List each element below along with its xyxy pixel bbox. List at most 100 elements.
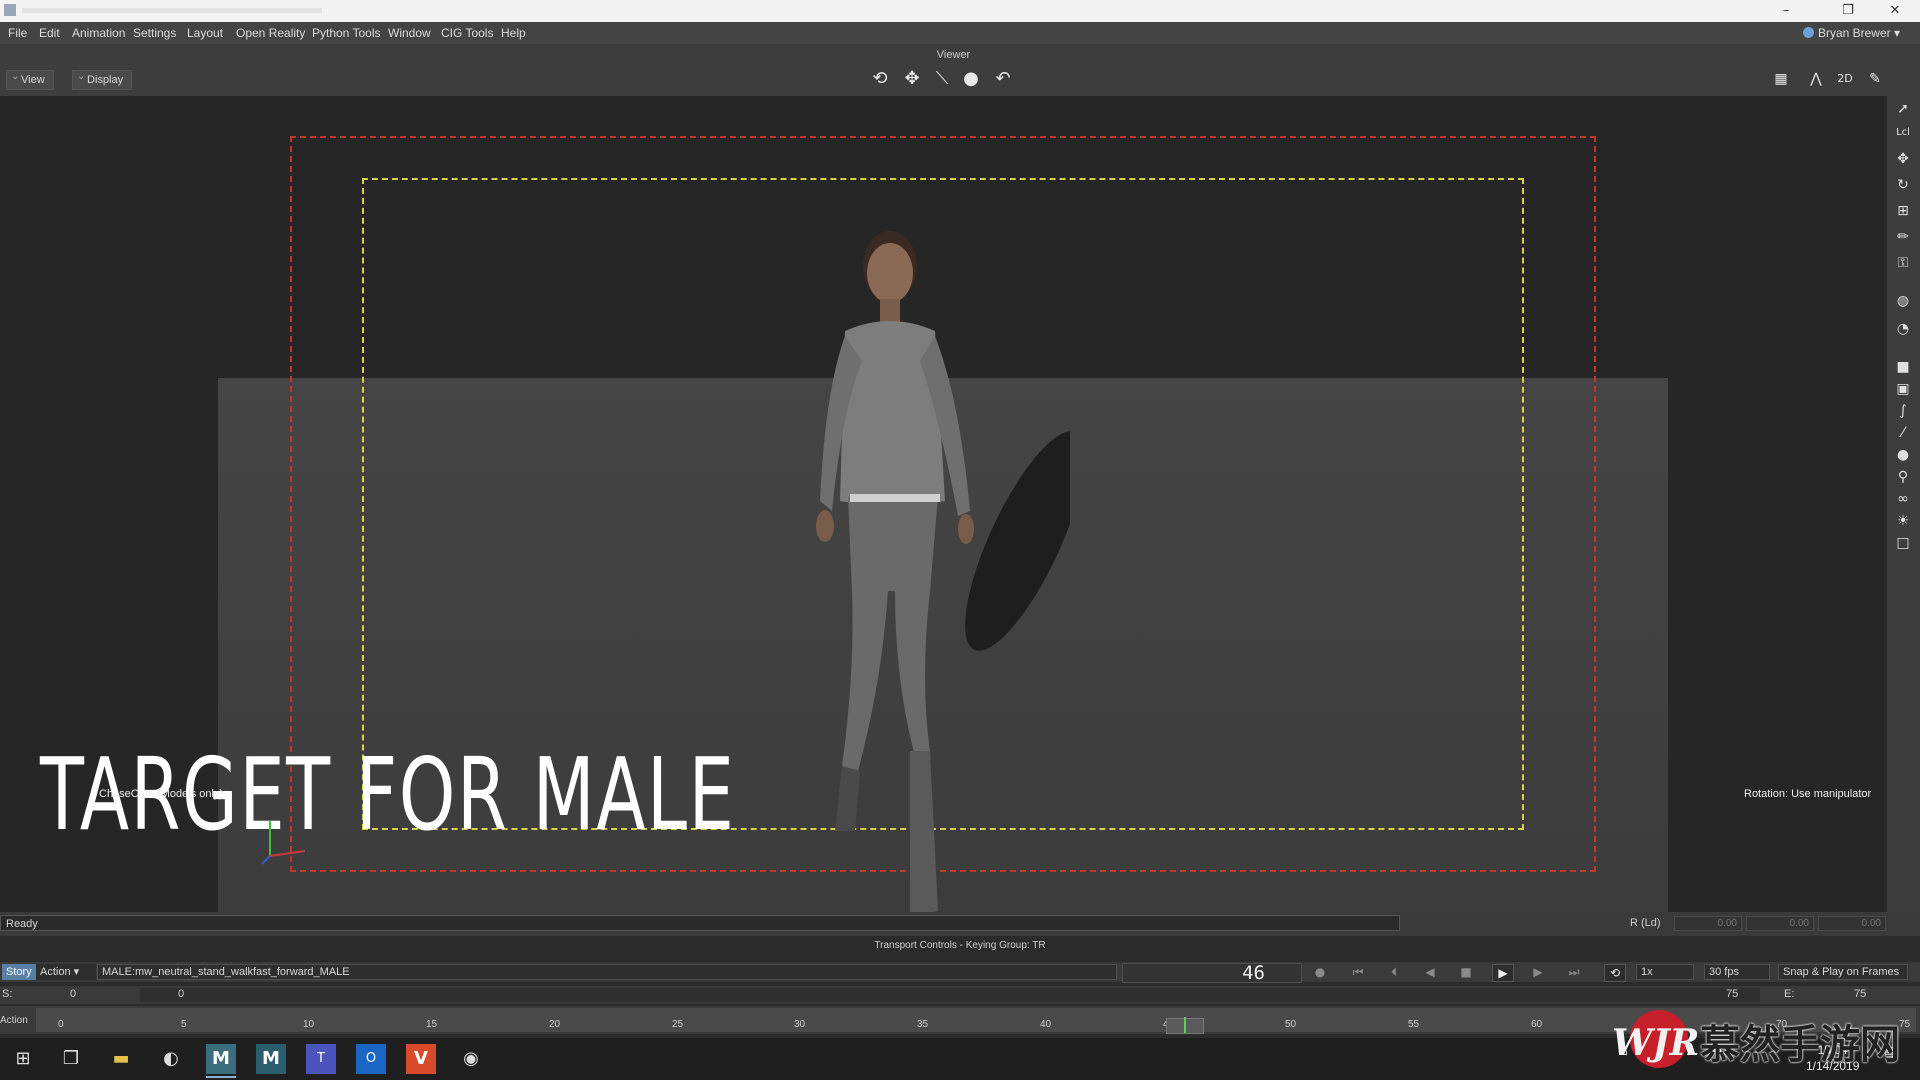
range-bar: S: 0 0 75 E: 75 xyxy=(0,986,1920,1004)
globe-icon[interactable]: ◍ xyxy=(1894,292,1912,310)
start-button-icon[interactable]: ⊞ xyxy=(8,1044,38,1074)
local-space-icon[interactable]: Lcl xyxy=(1894,124,1912,142)
select-arrow-icon[interactable]: ➚ xyxy=(1894,100,1912,118)
motionbuilder-icon[interactable]: M xyxy=(206,1044,236,1078)
cube-icon[interactable]: ■ xyxy=(1894,358,1912,376)
view-menu-button[interactable]: View xyxy=(6,68,54,90)
watermark-logo: WJR 慕然手游网 xyxy=(1610,1010,1920,1080)
current-frame: 46 xyxy=(1242,962,1265,984)
cube-outline-icon[interactable]: ▣ xyxy=(1894,380,1912,398)
app-icon xyxy=(4,4,16,16)
dolly-tool-icon[interactable]: ⟍ xyxy=(931,68,953,90)
rotation-y-field[interactable]: 0.00 xyxy=(1746,916,1814,931)
display-menu-button[interactable]: Display xyxy=(72,68,133,90)
tick-label: 15 xyxy=(426,1019,438,1030)
view-2d-icon[interactable]: 2D xyxy=(1834,68,1856,90)
zoom-tool-icon[interactable]: ● xyxy=(960,68,982,90)
menu-python-tools[interactable]: Python Tools xyxy=(312,26,381,40)
end-field[interactable]: 75 xyxy=(1854,988,1866,1000)
menu-settings[interactable]: Settings xyxy=(133,26,176,40)
action-tab-label: Action xyxy=(40,966,71,978)
roll-tool-icon[interactable]: ↶ xyxy=(992,68,1014,90)
pencil-icon[interactable]: ✏ xyxy=(1894,228,1912,246)
goto-start-button[interactable]: ⏮ xyxy=(1348,964,1368,980)
orbit-tool-icon[interactable]: ⟲ xyxy=(869,68,891,90)
pan-tool-icon[interactable]: ✥ xyxy=(901,68,923,90)
skeleton-icon[interactable]: ⚲ xyxy=(1894,468,1912,486)
sphere-icon[interactable]: ● xyxy=(1894,446,1912,464)
3d-viewport[interactable]: TARGET FOR MALE ChaseCam (Models only) R… xyxy=(0,96,1887,912)
start-field[interactable]: 0 xyxy=(70,988,76,1000)
restore-button[interactable]: ❐ xyxy=(1839,2,1857,20)
axis-gizmo xyxy=(261,821,306,865)
story-tab[interactable]: Story xyxy=(2,964,36,980)
file-explorer-icon[interactable]: ▬ xyxy=(106,1044,136,1074)
play-button[interactable]: ▶ xyxy=(1492,964,1514,982)
tick-label: 55 xyxy=(1408,1019,1420,1030)
action-tab[interactable]: Action ▾ xyxy=(36,964,96,980)
speed-dropdown[interactable]: 1x xyxy=(1636,964,1694,980)
brush-icon[interactable]: ⁄ xyxy=(1894,424,1912,442)
prev-frame-button[interactable]: ◀ xyxy=(1420,964,1440,980)
obs-icon[interactable]: ◉ xyxy=(456,1044,486,1074)
teams-icon[interactable]: T xyxy=(306,1044,336,1074)
curve-display-icon[interactable]: ⋀ xyxy=(1805,68,1827,90)
menu-animation[interactable]: Animation xyxy=(72,26,125,40)
menu-help[interactable]: Help xyxy=(501,26,526,40)
user-menu[interactable]: Bryan Brewer ▾ xyxy=(1802,26,1900,40)
pen-tool-icon[interactable]: ✎ xyxy=(1864,68,1886,90)
tick-label: 0 xyxy=(58,1019,64,1030)
menu-cig-tools[interactable]: CIG Tools xyxy=(441,26,493,40)
light-icon[interactable]: ☀ xyxy=(1894,512,1912,530)
fps-dropdown[interactable]: 30 fps xyxy=(1704,964,1770,980)
translate-icon[interactable]: ✥ xyxy=(1894,150,1912,168)
scale-icon[interactable]: ⊞ xyxy=(1894,202,1912,220)
tick-label: 10 xyxy=(303,1019,315,1030)
refresh-icon[interactable]: ◔ xyxy=(1894,320,1912,338)
stop-button[interactable]: ■ xyxy=(1456,964,1476,980)
browser-icon[interactable]: ◐ xyxy=(156,1044,186,1074)
close-button[interactable]: ✕ xyxy=(1886,2,1904,20)
tick-label: 5 xyxy=(181,1019,187,1030)
take-selector[interactable]: MALE:mw_neutral_stand_walkfast_forward_M… xyxy=(97,964,1117,980)
menu-open-reality[interactable]: Open Reality xyxy=(236,26,305,40)
frame-icon[interactable]: □ xyxy=(1894,534,1912,552)
loop-button[interactable]: ⟲ xyxy=(1604,964,1626,982)
path-icon[interactable]: ∫ xyxy=(1894,402,1912,420)
minimize-button[interactable]: – xyxy=(1777,2,1795,20)
display-mode-icon[interactable]: ▦ xyxy=(1770,68,1792,90)
menu-window[interactable]: Window xyxy=(388,26,431,40)
rotation-x-field[interactable]: 0.00 xyxy=(1674,916,1742,931)
window-titlebar: – ❐ ✕ xyxy=(0,0,1920,22)
character-model[interactable] xyxy=(770,211,1070,912)
record-button[interactable]: ● xyxy=(1310,964,1330,980)
menu-file[interactable]: File xyxy=(8,26,27,40)
range-slider[interactable] xyxy=(140,988,1760,1002)
playhead[interactable] xyxy=(1166,1017,1204,1034)
viewer-title: Viewer xyxy=(936,49,971,61)
watermark-text: 慕然手游网 xyxy=(1700,1021,1900,1068)
goto-end-button[interactable]: ⏭ xyxy=(1564,964,1584,980)
outlook-icon[interactable]: O xyxy=(356,1044,386,1074)
rotation-z-field[interactable]: 0.00 xyxy=(1818,916,1886,931)
key-icon[interactable]: ⚿ xyxy=(1894,254,1912,272)
tick-label: 35 xyxy=(917,1019,929,1030)
status-bar: Ready R (Ld) 0.00 0.00 0.00 xyxy=(0,912,1920,936)
motionbuilder-2-icon[interactable]: M xyxy=(256,1044,286,1074)
menu-layout[interactable]: Layout xyxy=(187,26,223,40)
start-label: S: xyxy=(2,988,13,1000)
camera-label: ChaseCam (Models only) xyxy=(99,788,224,800)
menu-edit[interactable]: Edit xyxy=(39,26,60,40)
task-view-icon[interactable]: ❐ xyxy=(56,1044,86,1074)
timeline-label: Action xyxy=(0,1015,28,1026)
window-title xyxy=(22,8,322,13)
frame-counter[interactable]: 46 xyxy=(1122,962,1302,984)
vivaldi-icon[interactable]: V xyxy=(406,1044,436,1074)
snap-dropdown[interactable]: Snap & Play on Frames xyxy=(1778,964,1908,980)
next-frame-button[interactable]: ▶ xyxy=(1528,964,1548,980)
menu-bar: File Edit Animation Settings Layout Open… xyxy=(0,22,1920,45)
link-icon[interactable]: ∞ xyxy=(1894,490,1912,508)
side-toolbar: ➚ Lcl ✥ ↻ ⊞ ✏ ⚿ ◍ ◔ ■ ▣ ∫ ⁄ ● ⚲ ∞ ☀ □ xyxy=(1887,96,1920,912)
prev-key-button[interactable]: ⏴ xyxy=(1384,964,1404,980)
rotate-icon[interactable]: ↻ xyxy=(1894,176,1912,194)
